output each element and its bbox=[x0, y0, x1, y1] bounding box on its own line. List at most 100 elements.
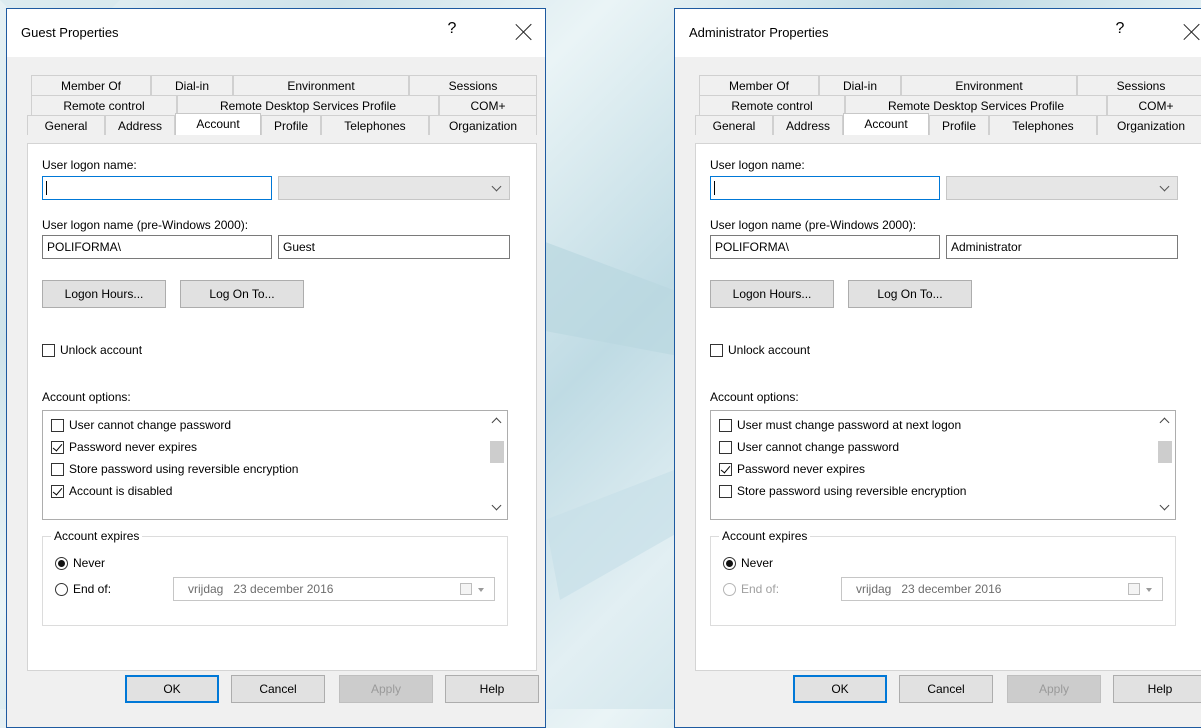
logon-name-input[interactable] bbox=[710, 176, 940, 200]
tab-address[interactable]: Address bbox=[773, 115, 843, 135]
tab-telephones[interactable]: Telephones bbox=[989, 115, 1097, 135]
tab-environment[interactable]: Environment bbox=[233, 75, 409, 95]
tab-dial-in[interactable]: Dial-in bbox=[151, 75, 233, 95]
calendar-icon[interactable] bbox=[460, 583, 472, 595]
ok-button[interactable]: OK bbox=[793, 675, 887, 703]
ok-button[interactable]: OK bbox=[125, 675, 219, 703]
pre2000-label: User logon name (pre-Windows 2000): bbox=[710, 218, 917, 232]
tab-remote-control[interactable]: Remote control bbox=[699, 95, 845, 115]
text-caret bbox=[46, 181, 47, 195]
close-icon[interactable] bbox=[513, 21, 535, 43]
help-button[interactable]: Help bbox=[445, 675, 539, 703]
list-item[interactable]: Store password using reversible encrypti… bbox=[711, 481, 1153, 503]
tab-com-plus[interactable]: COM+ bbox=[1107, 95, 1201, 115]
tab-organization[interactable]: Organization bbox=[429, 115, 537, 135]
never-radio[interactable] bbox=[723, 557, 736, 570]
log-on-to-button[interactable]: Log On To... bbox=[848, 280, 972, 308]
logon-name-input[interactable] bbox=[42, 176, 272, 200]
tab-rds-profile[interactable]: Remote Desktop Services Profile bbox=[177, 95, 439, 115]
tab-dial-in[interactable]: Dial-in bbox=[819, 75, 901, 95]
logon-hours-button[interactable]: Logon Hours... bbox=[710, 280, 834, 308]
end-of-radio[interactable] bbox=[55, 583, 68, 596]
upn-suffix-select[interactable] bbox=[278, 176, 510, 200]
help-icon[interactable]: ? bbox=[1113, 20, 1127, 38]
tab-profile[interactable]: Profile bbox=[929, 115, 989, 135]
log-on-to-button[interactable]: Log On To... bbox=[180, 280, 304, 308]
pre2000-label: User logon name (pre-Windows 2000): bbox=[42, 218, 249, 232]
tab-account[interactable]: Account bbox=[843, 113, 929, 135]
option-checkbox[interactable] bbox=[719, 485, 732, 498]
apply-button: Apply bbox=[339, 675, 433, 703]
tab-sessions[interactable]: Sessions bbox=[1077, 75, 1201, 95]
tab-address[interactable]: Address bbox=[105, 115, 175, 135]
logon-hours-button[interactable]: Logon Hours... bbox=[42, 280, 166, 308]
option-checkbox[interactable] bbox=[51, 485, 64, 498]
list-item[interactable]: Account is disabled bbox=[43, 481, 485, 503]
option-checkbox[interactable] bbox=[719, 463, 732, 476]
dialog-title: Administrator Properties bbox=[689, 25, 829, 40]
option-label: Password never expires bbox=[737, 462, 866, 476]
tab-rds-profile[interactable]: Remote Desktop Services Profile bbox=[845, 95, 1107, 115]
logon-name-label: User logon name: bbox=[710, 158, 805, 172]
tab-remote-control[interactable]: Remote control bbox=[31, 95, 177, 115]
sam-account-name-input[interactable]: Guest bbox=[278, 235, 510, 259]
account-options-list[interactable]: User cannot change password Password nev… bbox=[42, 410, 508, 520]
close-icon[interactable] bbox=[1181, 21, 1201, 43]
account-options-label: Account options: bbox=[710, 390, 799, 404]
option-checkbox[interactable] bbox=[719, 441, 732, 454]
option-checkbox[interactable] bbox=[719, 419, 732, 432]
option-checkbox[interactable] bbox=[51, 463, 64, 476]
cancel-button[interactable]: Cancel bbox=[231, 675, 325, 703]
tab-sessions[interactable]: Sessions bbox=[409, 75, 537, 95]
unlock-account-checkbox[interactable] bbox=[710, 344, 723, 357]
option-label: Password never expires bbox=[69, 440, 198, 454]
options-scrollbar[interactable] bbox=[487, 411, 507, 519]
sam-account-name-input[interactable]: Administrator bbox=[946, 235, 1178, 259]
help-icon[interactable]: ? bbox=[445, 20, 459, 38]
tab-row-2: Remote control Remote Desktop Services P… bbox=[675, 95, 1201, 115]
tab-organization[interactable]: Organization bbox=[1097, 115, 1201, 135]
tab-general[interactable]: General bbox=[695, 115, 773, 135]
scroll-down-icon[interactable] bbox=[1159, 500, 1170, 511]
logon-name-label: User logon name: bbox=[42, 158, 137, 172]
tab-environment[interactable]: Environment bbox=[901, 75, 1077, 95]
list-item[interactable]: User must change password at next logon bbox=[711, 415, 1153, 437]
tab-member-of[interactable]: Member Of bbox=[699, 75, 819, 95]
options-scrollbar[interactable] bbox=[1155, 411, 1175, 519]
scroll-up-icon[interactable] bbox=[491, 417, 502, 428]
upn-suffix-select[interactable] bbox=[946, 176, 1178, 200]
scroll-down-icon[interactable] bbox=[491, 500, 502, 511]
list-item[interactable]: User cannot change password bbox=[711, 437, 1153, 459]
tab-com-plus[interactable]: COM+ bbox=[439, 95, 537, 115]
account-expires-group: Account expires Never End of: vrijdag 23… bbox=[710, 529, 1176, 626]
list-item[interactable]: Password never expires bbox=[43, 437, 485, 459]
list-item[interactable]: Password never expires bbox=[711, 459, 1153, 481]
tab-member-of[interactable]: Member Of bbox=[31, 75, 151, 95]
list-item[interactable]: User cannot change password bbox=[43, 415, 485, 437]
account-options-list[interactable]: User must change password at next logon … bbox=[710, 410, 1176, 520]
unlock-account-checkbox[interactable] bbox=[42, 344, 55, 357]
tab-account[interactable]: Account bbox=[175, 113, 261, 135]
tab-profile[interactable]: Profile bbox=[261, 115, 321, 135]
date-text: vrijdag 23 december 2016 bbox=[188, 582, 334, 596]
option-checkbox[interactable] bbox=[51, 441, 64, 454]
option-label: Store password using reversible encrypti… bbox=[737, 484, 967, 498]
scroll-thumb[interactable] bbox=[1158, 441, 1172, 463]
expiry-date-picker[interactable]: vrijdag 23 december 2016 bbox=[173, 577, 495, 601]
tab-row-1: Member Of Dial-in Environment Sessions bbox=[7, 75, 545, 95]
account-expires-label: Account expires bbox=[719, 529, 811, 543]
calendar-icon bbox=[1128, 583, 1140, 595]
option-label: User cannot change password bbox=[737, 440, 900, 454]
list-item[interactable]: Store password using reversible encrypti… bbox=[43, 459, 485, 481]
title-bar: Guest Properties ? bbox=[7, 9, 545, 57]
cancel-button[interactable]: Cancel bbox=[899, 675, 993, 703]
scroll-up-icon[interactable] bbox=[1159, 417, 1170, 428]
tab-telephones[interactable]: Telephones bbox=[321, 115, 429, 135]
tab-general[interactable]: General bbox=[27, 115, 105, 135]
never-radio[interactable] bbox=[55, 557, 68, 570]
end-of-radio bbox=[723, 583, 736, 596]
dropdown-arrow-icon[interactable] bbox=[478, 588, 484, 592]
help-button[interactable]: Help bbox=[1113, 675, 1201, 703]
scroll-thumb[interactable] bbox=[490, 441, 504, 463]
option-checkbox[interactable] bbox=[51, 419, 64, 432]
